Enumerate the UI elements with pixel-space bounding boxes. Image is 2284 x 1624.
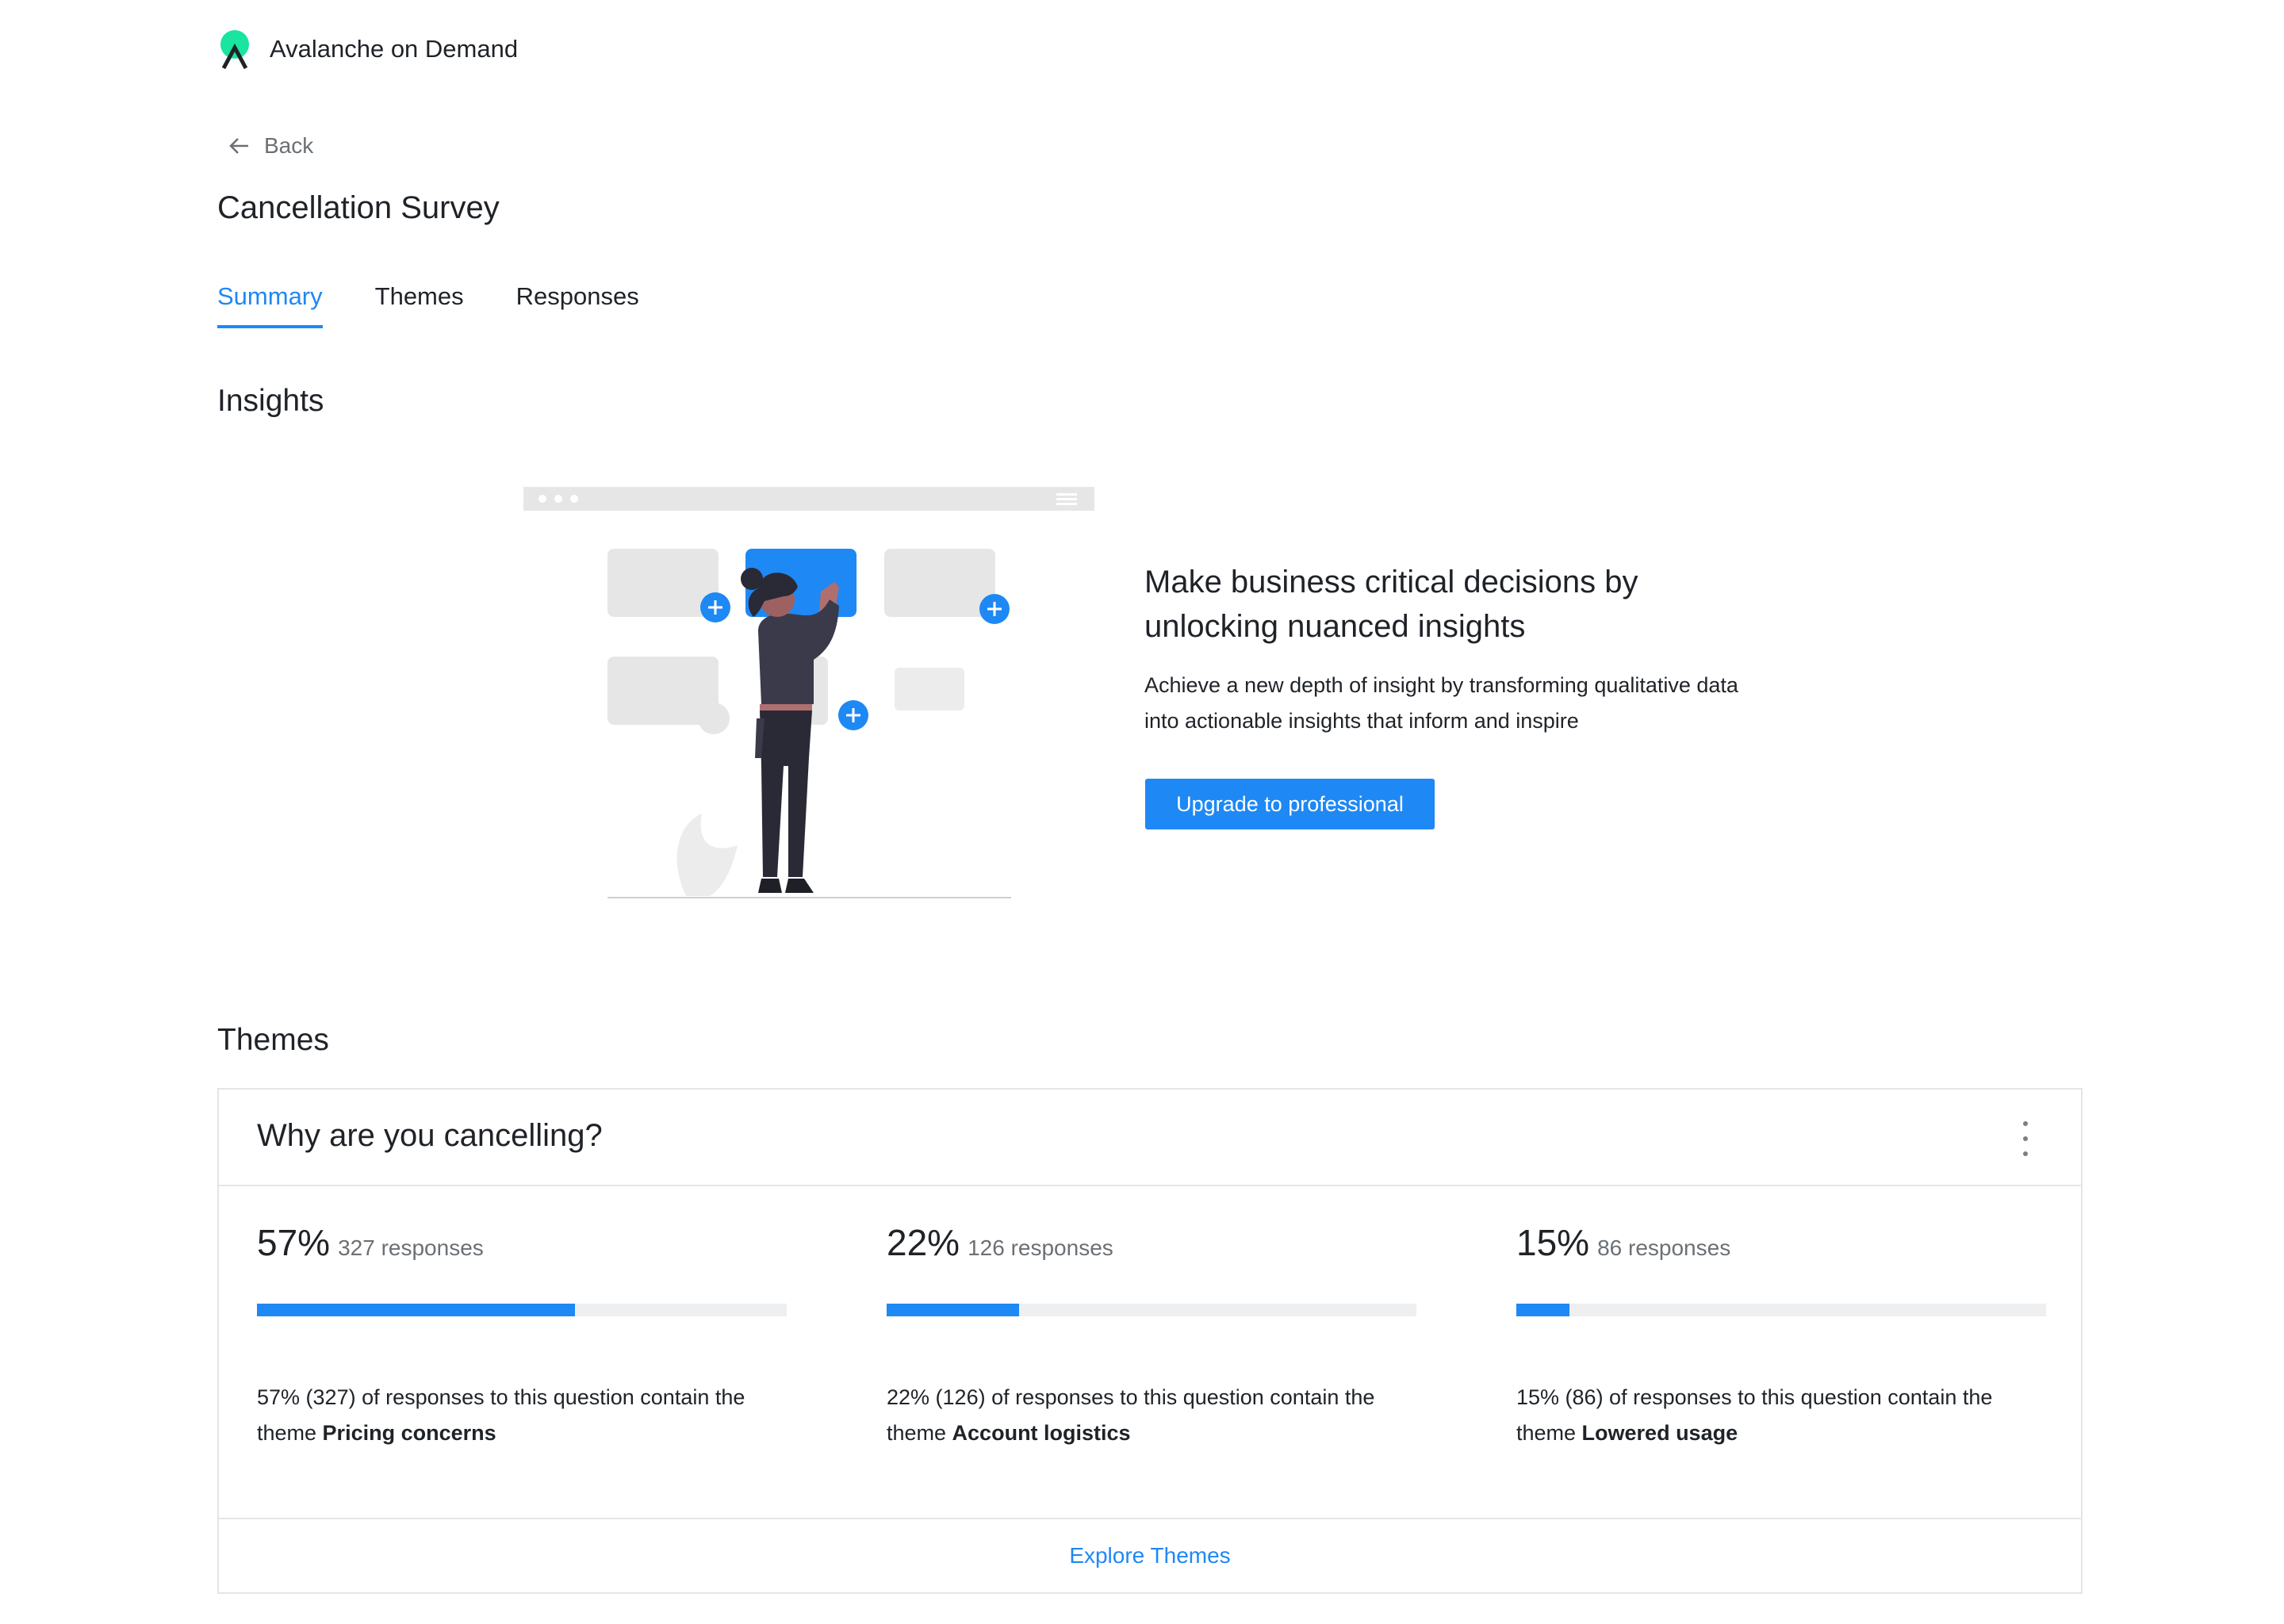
stat-theme-prefix: theme <box>887 1421 952 1445</box>
more-vertical-icon[interactable] <box>2018 1121 2033 1156</box>
tab-bar: Summary Themes Responses <box>217 282 639 328</box>
tab-summary[interactable]: Summary <box>217 282 323 328</box>
progress-fill <box>1516 1304 1569 1316</box>
insights-description-line: into actionable insights that inform and… <box>1144 709 1579 733</box>
stat-description: 15% (86) of responses to this question c… <box>1516 1380 2046 1451</box>
progress-bar <box>887 1304 1416 1316</box>
brand-name: Avalanche on Demand <box>270 35 519 63</box>
theme-stat: 22% 126 responses 22% (126) of responses… <box>887 1221 1416 1445</box>
stat-description-line: theme Pricing concerns <box>257 1415 787 1451</box>
insights-description: Achieve a new depth of insight by transf… <box>1144 668 1858 739</box>
stat-theme-name: Lowered usage <box>1581 1421 1738 1445</box>
back-link[interactable]: Back <box>228 133 313 159</box>
stat-description-line: 57% (327) of responses to this question … <box>257 1385 745 1409</box>
theme-card: Why are you cancelling? 57% 327 response… <box>217 1088 2083 1594</box>
brand[interactable]: Avalanche on Demand <box>217 29 518 70</box>
stat-description-line: 15% (86) of responses to this question c… <box>1516 1385 1993 1409</box>
progress-fill <box>257 1304 575 1316</box>
stat-description-line: 22% (126) of responses to this question … <box>887 1385 1375 1409</box>
stat-description-line: theme Lowered usage <box>1516 1415 2046 1451</box>
insights-title: Insights <box>217 384 324 418</box>
insights-illustration <box>523 487 1094 898</box>
theme-card-footer: Explore Themes <box>219 1518 2081 1592</box>
question-title: Why are you cancelling? <box>257 1118 603 1153</box>
stat-description: 57% (327) of responses to this question … <box>257 1380 787 1451</box>
insights-heading-line: unlocking nuanced insights <box>1144 609 1526 644</box>
arrow-left-icon <box>229 138 248 154</box>
stat-percent: 57% <box>257 1222 331 1263</box>
theme-stat: 15% 86 responses 15% (86) of responses t… <box>1516 1221 2046 1445</box>
progress-fill <box>887 1304 1019 1316</box>
insights-heading: Make business critical decisions by unlo… <box>1144 560 1858 649</box>
stat-theme-prefix: theme <box>1516 1421 1582 1445</box>
tab-responses[interactable]: Responses <box>516 282 639 328</box>
progress-bar <box>1516 1304 2046 1316</box>
stat-theme-name: Pricing concerns <box>322 1421 496 1445</box>
stat-percent: 22% <box>887 1222 960 1263</box>
theme-card-header: Why are you cancelling? <box>219 1090 2081 1186</box>
stat-theme-prefix: theme <box>257 1421 323 1445</box>
insights-description-line: Achieve a new depth of insight by transf… <box>1144 673 1738 697</box>
stat-theme-name: Account logistics <box>952 1421 1131 1445</box>
stat-count: 86 responses <box>1597 1235 1731 1260</box>
theme-stat: 57% 327 responses 57% (327) of responses… <box>257 1221 787 1445</box>
stat-description-line: theme Account logistics <box>887 1415 1416 1451</box>
back-label: Back <box>264 133 314 158</box>
themes-title: Themes <box>217 1023 329 1057</box>
stat-count: 126 responses <box>968 1235 1113 1260</box>
insights-heading-line: Make business critical decisions by <box>1144 565 1638 599</box>
tab-themes[interactable]: Themes <box>375 282 464 328</box>
stat-description: 22% (126) of responses to this question … <box>887 1380 1416 1451</box>
progress-bar <box>257 1304 787 1316</box>
stat-percent: 15% <box>1516 1222 1590 1263</box>
upgrade-button[interactable]: Upgrade to professional <box>1145 779 1435 829</box>
explore-themes-link[interactable]: Explore Themes <box>1069 1543 1230 1568</box>
stat-count: 327 responses <box>338 1235 484 1260</box>
avalanche-logo-icon <box>220 30 249 70</box>
page-title: Cancellation Survey <box>217 190 500 225</box>
